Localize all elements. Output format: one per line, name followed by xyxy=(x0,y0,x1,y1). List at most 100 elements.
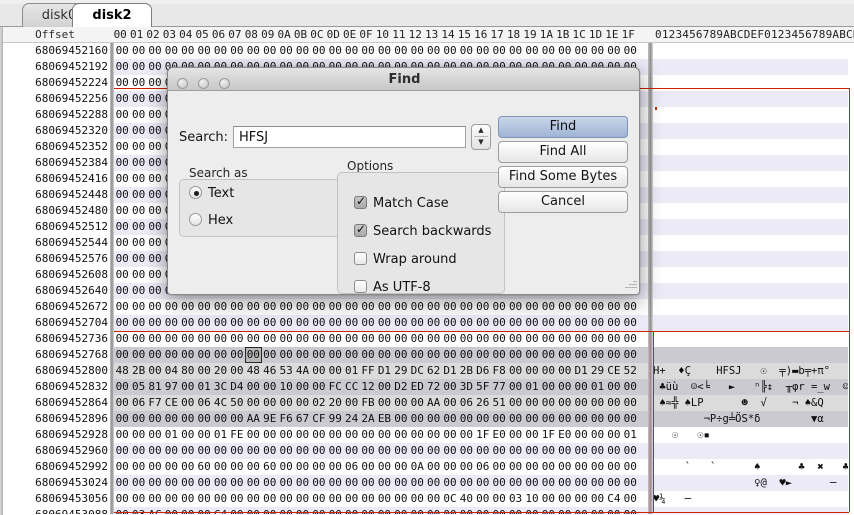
hex-byte-cell[interactable]: 00 xyxy=(180,427,196,443)
hex-byte-cell[interactable]: 00 xyxy=(212,315,228,331)
hex-byte-cell[interactable]: 00 xyxy=(557,395,573,411)
hex-byte-cell[interactable]: 00 xyxy=(212,347,228,363)
hex-byte-cell[interactable]: 00 xyxy=(491,43,507,59)
hex-byte-cell[interactable]: 00 xyxy=(573,331,589,347)
hex-byte-cell[interactable]: 12 xyxy=(360,379,376,395)
hex-byte-cell[interactable]: DC xyxy=(409,363,425,379)
hex-byte-cell[interactable]: 00 xyxy=(376,475,392,491)
hex-byte-cell[interactable]: 00 xyxy=(294,315,310,331)
hex-byte-cell[interactable]: 00 xyxy=(442,395,458,411)
hex-byte-cell[interactable]: 00 xyxy=(327,459,343,475)
hex-byte-cell[interactable]: 00 xyxy=(425,299,441,315)
hex-byte-cell[interactable]: 2A xyxy=(360,411,376,427)
hex-byte-cell[interactable]: ED xyxy=(409,379,425,395)
tab-disk2[interactable]: disk2 xyxy=(72,3,152,27)
hex-bytes[interactable]: 0000000000000000000000000000000000000000… xyxy=(114,299,648,315)
hex-byte-cell[interactable]: 00 xyxy=(278,299,294,315)
hex-byte-cell[interactable]: 00 xyxy=(442,43,458,59)
hex-byte-cell[interactable]: 00 xyxy=(393,475,409,491)
hex-byte-cell[interactable]: 00 xyxy=(589,411,605,427)
hex-byte-cell[interactable]: 00 xyxy=(393,411,409,427)
hex-byte-cell[interactable]: 00 xyxy=(393,43,409,59)
hex-byte-cell[interactable]: 00 xyxy=(409,299,425,315)
hex-byte-cell[interactable]: 00 xyxy=(540,363,556,379)
hex-byte-cell[interactable]: 01 xyxy=(589,379,605,395)
hex-byte-cell[interactable]: 00 xyxy=(262,443,278,459)
hex-byte-cell[interactable]: 00 xyxy=(458,331,474,347)
hex-byte-cell[interactable]: 00 xyxy=(180,43,196,59)
hex-byte-cell[interactable]: 00 xyxy=(130,315,146,331)
hex-byte-cell[interactable]: 00 xyxy=(114,219,130,235)
hex-row[interactable]: 68069452768 00 00 00 00 00 00 00 00 00 00 00 00 00 00 0… xyxy=(0,347,854,363)
hex-byte-cell[interactable]: 52 xyxy=(622,363,638,379)
hex-byte-cell[interactable]: 00 xyxy=(262,315,278,331)
hex-byte-cell[interactable]: 00 xyxy=(425,459,441,475)
hex-byte-cell[interactable]: 00 xyxy=(163,331,179,347)
hex-byte-cell[interactable]: 00 xyxy=(442,443,458,459)
hex-byte-cell[interactable]: 00 xyxy=(245,459,261,475)
hex-byte-cell[interactable]: 00 xyxy=(475,347,491,363)
hex-byte-cell[interactable]: 00 xyxy=(163,299,179,315)
hex-byte-cell[interactable]: 53 xyxy=(278,363,294,379)
hex-byte-cell[interactable]: 00 xyxy=(114,491,130,507)
hex-byte-cell[interactable]: 00 xyxy=(491,331,507,347)
hex-byte-cell[interactable]: 04 xyxy=(163,363,179,379)
hex-byte-cell[interactable]: 00 xyxy=(360,43,376,59)
hex-byte-cell[interactable]: 00 xyxy=(212,411,228,427)
hex-byte-cell[interactable]: 00 xyxy=(360,491,376,507)
hex-byte-cell[interactable]: 00 xyxy=(360,331,376,347)
hex-byte-cell[interactable]: AA xyxy=(245,411,261,427)
hex-byte-cell[interactable]: 00 xyxy=(425,427,441,443)
hex-byte-cell[interactable]: 00 xyxy=(327,315,343,331)
hex-byte-cell[interactable]: 00 xyxy=(245,443,261,459)
hex-byte-cell[interactable]: 00 xyxy=(196,427,212,443)
hex-byte-cell[interactable]: 00 xyxy=(343,443,359,459)
hex-byte-cell[interactable]: D6 xyxy=(475,363,491,379)
hex-byte-cell[interactable]: 00 xyxy=(114,443,130,459)
hex-byte-cell[interactable]: 00 xyxy=(589,347,605,363)
hex-byte-cell[interactable]: 00 xyxy=(343,491,359,507)
hex-byte-cell[interactable]: 00 xyxy=(278,427,294,443)
hex-byte-cell[interactable]: 00 xyxy=(376,443,392,459)
hex-byte-cell[interactable]: 00 xyxy=(557,475,573,491)
hex-byte-cell[interactable]: 00 xyxy=(278,443,294,459)
hex-byte-cell[interactable]: 00 xyxy=(196,315,212,331)
hex-byte-cell[interactable]: 00 xyxy=(180,411,196,427)
hex-byte-cell[interactable]: 00 xyxy=(573,443,589,459)
hex-byte-cell[interactable]: 00 xyxy=(589,427,605,443)
hex-byte-cell[interactable]: 00 xyxy=(458,411,474,427)
hex-byte-cell[interactable]: 06 xyxy=(196,395,212,411)
hex-byte-cell[interactable]: 00 xyxy=(606,379,622,395)
hex-byte-cell[interactable]: 00 xyxy=(212,459,228,475)
hex-row[interactable]: 68069452672 00 00 00 00 00 00 00 00 00 00 00 00 00 00 0… xyxy=(0,299,854,315)
hex-byte-cell[interactable]: 00 xyxy=(130,491,146,507)
hex-byte-cell[interactable]: 00 xyxy=(262,299,278,315)
hex-byte-cell[interactable]: 00 xyxy=(524,315,540,331)
hex-byte-cell[interactable]: 00 xyxy=(343,475,359,491)
hex-byte-cell[interactable]: EB xyxy=(376,411,392,427)
hex-byte-cell[interactable]: 00 xyxy=(360,443,376,459)
hex-byte-cell[interactable]: CE xyxy=(163,395,179,411)
hex-byte-cell[interactable]: D2 xyxy=(393,379,409,395)
hex-byte-cell[interactable]: 00 xyxy=(475,299,491,315)
hex-byte-cell[interactable]: 00 xyxy=(606,411,622,427)
hex-row[interactable]: 68069453056 00 00 00 00 00 00 00 00 00 00 00 00 00 00 0… xyxy=(0,491,854,507)
hex-byte-cell[interactable]: 00 xyxy=(311,443,327,459)
hex-byte-cell[interactable]: 00 xyxy=(114,139,130,155)
hex-byte-cell[interactable]: D1 xyxy=(376,363,392,379)
hex-byte-cell[interactable]: 00 xyxy=(114,427,130,443)
hex-byte-cell[interactable]: 00 xyxy=(573,427,589,443)
hex-byte-cell[interactable]: 00 xyxy=(343,395,359,411)
hex-byte-cell[interactable]: 00 xyxy=(130,299,146,315)
hex-byte-cell[interactable]: 10 xyxy=(278,379,294,395)
hex-byte-cell[interactable]: 00 xyxy=(114,203,130,219)
checkbox-wrap-around-icon[interactable] xyxy=(354,252,367,265)
ascii-bytes[interactable]: H+ ♦Ç HFSJ ☉ ╤)▬b╤+π° ╤)╪ xyxy=(653,363,848,379)
cancel-button[interactable]: Cancel xyxy=(498,191,628,213)
hex-byte-cell[interactable]: 00 xyxy=(458,299,474,315)
hex-byte-cell[interactable]: 48 xyxy=(114,363,130,379)
hex-byte-cell[interactable]: 4A xyxy=(294,363,310,379)
hex-byte-cell[interactable]: CC xyxy=(343,379,359,395)
resize-grip[interactable] xyxy=(623,279,637,293)
hex-byte-cell[interactable]: 00 xyxy=(327,427,343,443)
